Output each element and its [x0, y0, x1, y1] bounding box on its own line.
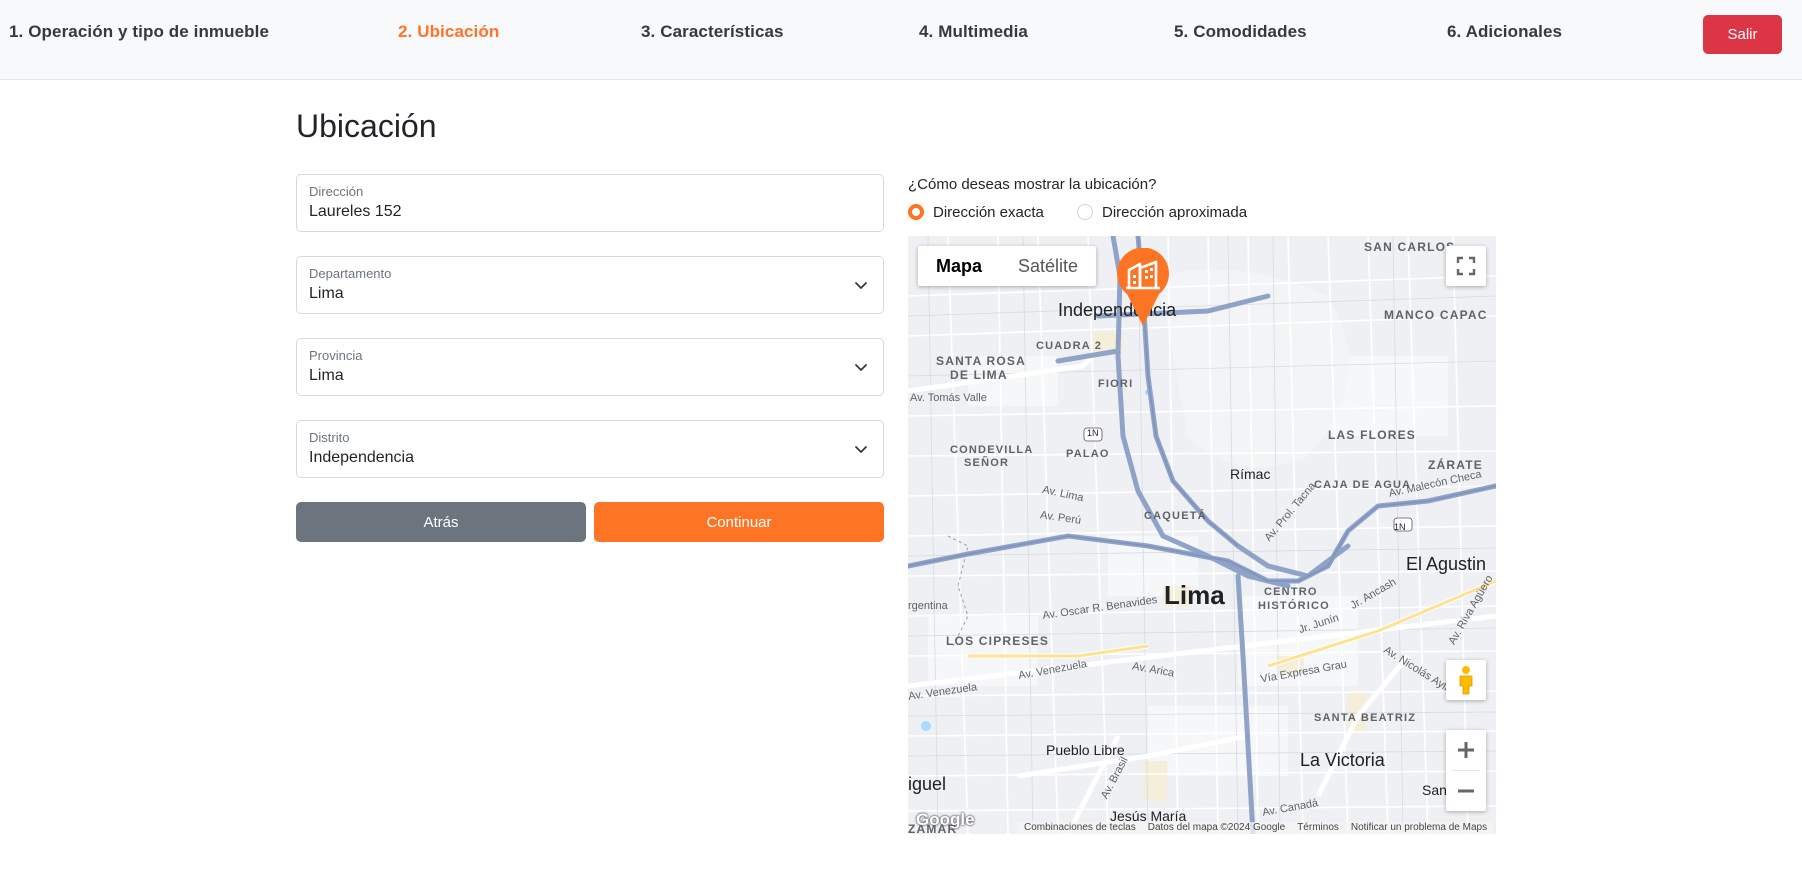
chevron-down-icon — [855, 282, 867, 289]
fullscreen-button[interactable] — [1446, 246, 1486, 286]
map-attribution: Combinaciones de teclas Datos del mapa ©… — [1018, 822, 1494, 834]
district-select[interactable]: Distrito Independencia — [296, 420, 884, 478]
plus-icon — [1458, 742, 1474, 758]
property-location-marker[interactable] — [1114, 248, 1172, 328]
zoom-in-button[interactable] — [1446, 730, 1486, 770]
approximate-address-label[interactable]: Dirección aproximada — [1102, 204, 1247, 221]
page-title: Ubicación — [296, 108, 437, 144]
step-additional[interactable]: 6. Adicionales — [1447, 22, 1562, 42]
exact-address-label[interactable]: Dirección exacta — [933, 204, 1044, 221]
continue-button[interactable]: Continuar — [594, 502, 884, 542]
map-type-map[interactable]: Mapa — [918, 246, 1000, 286]
steps-bar: 1. Operación y tipo de inmueble 2. Ubica… — [0, 0, 1802, 80]
address-field[interactable]: Dirección Laureles 152 — [296, 174, 884, 232]
step-multimedia[interactable]: 4. Multimedia — [919, 22, 1028, 42]
department-label: Departamento — [309, 266, 392, 281]
address-label: Dirección — [309, 184, 364, 199]
location-display-question: ¿Cómo deseas mostrar la ubicación? — [908, 176, 1157, 193]
exact-address-option[interactable]: Dirección exacta — [908, 202, 1044, 222]
approximate-address-radio[interactable] — [1077, 204, 1093, 220]
department-value: Lima — [309, 285, 344, 302]
approximate-address-option[interactable]: Dirección aproximada — [1077, 202, 1247, 222]
map-canvas — [908, 236, 1496, 834]
province-select[interactable]: Provincia Lima — [296, 338, 884, 396]
province-value: Lima — [309, 367, 344, 384]
map-type-control: Mapa Satélite — [918, 246, 1097, 286]
street-view-button[interactable] — [1446, 660, 1486, 700]
report-problem-link[interactable]: Notificar un problema de Maps — [1351, 822, 1487, 834]
step-amenities[interactable]: 5. Comodidades — [1174, 22, 1307, 42]
zoom-out-button[interactable] — [1446, 771, 1486, 811]
keyboard-shortcuts-link[interactable]: Combinaciones de teclas — [1024, 822, 1136, 834]
pegman-icon — [1459, 666, 1473, 695]
map-view[interactable]: SAN CARLOS Independencia MANCO CAPAC CUA… — [908, 236, 1496, 834]
district-label: Distrito — [309, 430, 350, 445]
minus-icon — [1458, 789, 1474, 793]
step-features[interactable]: 3. Características — [641, 22, 784, 42]
step-location[interactable]: 2. Ubicación — [398, 22, 499, 42]
fullscreen-icon — [1456, 256, 1476, 276]
district-value: Independencia — [309, 449, 414, 466]
chevron-down-icon — [855, 364, 867, 371]
back-button[interactable]: Atrás — [296, 502, 586, 542]
zoom-control — [1446, 730, 1486, 811]
exact-address-radio[interactable] — [908, 204, 924, 220]
terms-link[interactable]: Términos — [1297, 822, 1339, 834]
map-type-satellite[interactable]: Satélite — [1000, 246, 1096, 286]
province-label: Provincia — [309, 348, 363, 363]
map-data-text: Datos del mapa ©2024 Google — [1147, 822, 1286, 833]
address-value[interactable]: Laureles 152 — [309, 203, 402, 221]
step-operation-type[interactable]: 1. Operación y tipo de inmueble — [9, 22, 269, 42]
google-logo[interactable]: Google — [916, 810, 975, 830]
logout-button[interactable]: Salir — [1703, 15, 1782, 54]
department-select[interactable]: Departamento Lima — [296, 256, 884, 314]
chevron-down-icon — [855, 446, 867, 453]
